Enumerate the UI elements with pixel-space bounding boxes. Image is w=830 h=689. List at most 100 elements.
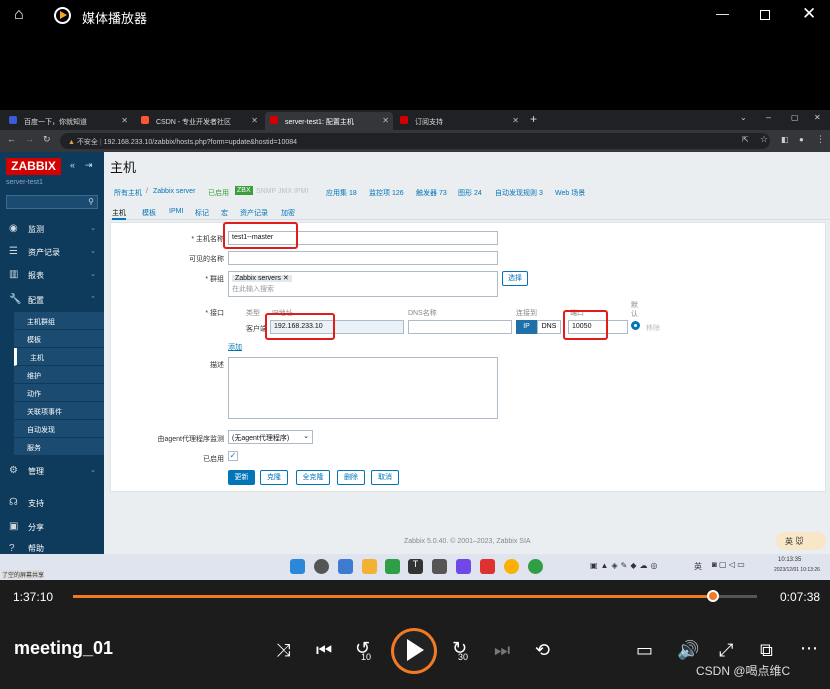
sidebar-subitem[interactable]: 模板	[14, 330, 104, 348]
share-page-icon[interactable]: ⇱	[742, 135, 749, 144]
all-hosts-link[interactable]: 所有主机	[114, 188, 142, 198]
discovery-link[interactable]: 自动发现规则 3	[495, 188, 543, 198]
triggers-link[interactable]: 触发器 73	[416, 188, 447, 198]
fullscreen-icon[interactable]: ⤢	[719, 640, 733, 661]
applications-link[interactable]: 应用集 18	[326, 188, 357, 198]
sidebar-subitem[interactable]: 主机群组	[14, 312, 104, 330]
tray-ime[interactable]: 英	[694, 561, 702, 572]
more-options-icon[interactable]: ⋯	[800, 638, 818, 659]
window-close-icon[interactable]: ✕	[814, 113, 821, 122]
sidebar-item-admin[interactable]: ⚙ 管理 ⌄	[0, 460, 104, 482]
tab-encryption[interactable]: 加密	[281, 208, 295, 218]
bookmark-star-icon[interactable]: ☆	[760, 134, 768, 145]
enabled-checkbox[interactable]: ✓	[228, 451, 238, 461]
wechat-icon[interactable]	[528, 559, 543, 574]
remove-interface-link[interactable]: 移除	[646, 323, 660, 333]
close-icon[interactable]: ✕	[802, 4, 816, 24]
graphs-link[interactable]: 图形 24	[458, 188, 482, 198]
sidebar-item-configuration[interactable]: 🔧 配置 ⌃	[0, 289, 104, 311]
sidebar-item-support[interactable]: ☊ 支持	[0, 492, 104, 514]
proxy-select[interactable]: (无agent代理程序) ⌄	[228, 430, 313, 444]
sidebar-subitem[interactable]: 关联项事件	[14, 402, 104, 420]
ime-widget[interactable]: 英 🐭	[776, 532, 826, 550]
typora-icon[interactable]: T	[408, 559, 423, 574]
back-icon[interactable]: ←	[7, 134, 16, 144]
maximize-icon[interactable]	[760, 10, 770, 20]
tab-zabbix-host[interactable]: server-test1: 配置主机 ✕	[265, 112, 393, 130]
home-icon[interactable]: ⌂	[14, 6, 24, 24]
app-icon[interactable]	[456, 559, 471, 574]
tab-inventory[interactable]: 资产记录	[240, 208, 268, 218]
groups-multiselect[interactable]: Zabbix servers ✕ 在此输入搜索	[228, 271, 498, 297]
hide-sidebar-icon[interactable]: ⇥	[85, 160, 93, 171]
previous-icon[interactable]: ⏮	[316, 640, 332, 661]
progress-knob[interactable]	[706, 590, 719, 602]
widgets-icon[interactable]	[338, 559, 353, 574]
clone-button[interactable]: 克隆	[260, 470, 288, 485]
tab-ipmi[interactable]: IPMI	[169, 208, 183, 215]
tab-templates[interactable]: 模板	[142, 208, 156, 218]
sidebar-subitem[interactable]: 服务	[14, 438, 104, 456]
app-icon[interactable]	[432, 559, 447, 574]
browser-menu-icon[interactable]: ⋮	[816, 134, 825, 145]
tab-close-icon[interactable]: ✕	[121, 116, 128, 125]
description-textarea[interactable]	[228, 357, 498, 419]
zabbix-logo[interactable]: ZABBIX	[6, 158, 61, 175]
items-link[interactable]: 监控项 126	[369, 188, 404, 198]
miniplayer-icon[interactable]: ⧉	[760, 640, 773, 661]
default-radio[interactable]	[631, 321, 640, 330]
cancel-button[interactable]: 取消	[371, 470, 399, 485]
search-icon[interactable]	[314, 559, 329, 574]
tab-close-icon[interactable]: ✕	[382, 116, 389, 125]
connect-dns-button[interactable]: DNS	[537, 320, 561, 334]
play-button[interactable]	[391, 628, 437, 674]
sidebar-subitem[interactable]: 维护	[14, 366, 104, 384]
volume-icon[interactable]: 🔊	[677, 640, 699, 661]
rewind-icon[interactable]: ↺ 10	[355, 638, 371, 662]
select-group-button[interactable]: 选择	[502, 271, 528, 286]
search-icon[interactable]: ⚲	[88, 197, 94, 206]
tray-status-icons[interactable]: ◙ ▢ ◁ ▭	[712, 560, 745, 569]
forward-icon[interactable]: ↻ 30	[452, 638, 468, 662]
host-link[interactable]: Zabbix server	[153, 188, 195, 195]
window-restore-icon[interactable]: ▢	[791, 113, 799, 122]
add-interface-link[interactable]: 添加	[228, 342, 242, 352]
sidebar-item-inventory[interactable]: ☰ 资产记录 ⌄	[0, 241, 104, 263]
forward-icon[interactable]: →	[25, 134, 34, 144]
tab-tags[interactable]: 标记	[195, 208, 209, 218]
url-input[interactable]: ▲ 不安全 | 192.168.233.10/zabbix/hosts.php?…	[60, 133, 770, 149]
connect-ip-button[interactable]: IP	[516, 320, 537, 334]
sidepanel-icon[interactable]: ◧	[781, 135, 789, 144]
repeat-off-icon[interactable]: ⟲	[535, 640, 550, 661]
full-clone-button[interactable]: 全克隆	[296, 470, 330, 485]
start-icon[interactable]	[290, 559, 305, 574]
subtitles-icon[interactable]: ▭	[636, 640, 653, 661]
shuffle-icon[interactable]: ⤨	[276, 640, 290, 661]
profile-icon[interactable]: ●	[799, 135, 804, 144]
sidebar-item-share[interactable]: ▣ 分享	[0, 516, 104, 538]
sidebar-item-monitoring[interactable]: ◉ 监测 ⌄	[0, 218, 104, 240]
app-icon[interactable]	[480, 559, 495, 574]
minimize-icon[interactable]: —	[716, 6, 729, 21]
tab-baidu[interactable]: 百度一下，你就知道 ✕	[4, 112, 132, 130]
remove-tag-icon[interactable]: ✕	[283, 275, 289, 282]
sidebar-subitem[interactable]: 自动发现	[14, 420, 104, 438]
file-explorer-icon[interactable]	[362, 559, 377, 574]
window-minimize-icon[interactable]: –	[766, 112, 771, 122]
tab-csdn[interactable]: CSDN - 专业开发者社区 ✕	[136, 112, 262, 130]
sidebar-search-input[interactable]: ⚲	[6, 195, 98, 209]
sidebar-item-reports[interactable]: ▥ 报表 ⌄	[0, 264, 104, 286]
tab-close-icon[interactable]: ✕	[251, 116, 258, 125]
reload-icon[interactable]: ↻	[43, 134, 51, 145]
tab-macros[interactable]: 宏	[221, 208, 228, 218]
progress-track[interactable]	[73, 590, 757, 602]
chrome-icon[interactable]	[504, 559, 519, 574]
tab-subscription[interactable]: 订阅支持 ✕	[395, 112, 523, 130]
tab-host[interactable]: 主机	[112, 208, 126, 220]
dns-name-input[interactable]	[408, 320, 512, 334]
tab-close-icon[interactable]: ✕	[512, 116, 519, 125]
delete-button[interactable]: 删除	[337, 470, 365, 485]
app-icon[interactable]	[385, 559, 400, 574]
tray-icons[interactable]: ▣▲◈✎◆☁◎	[590, 561, 660, 570]
new-tab-icon[interactable]: +	[530, 112, 537, 126]
